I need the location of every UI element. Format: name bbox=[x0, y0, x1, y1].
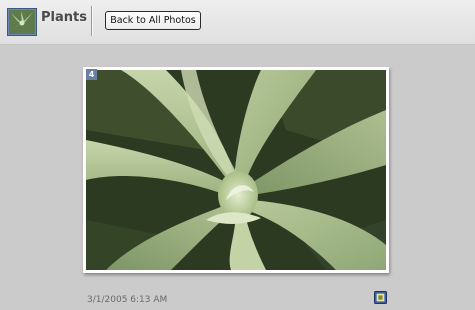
toolbar-divider bbox=[91, 6, 93, 36]
photo-number-badge: 4 bbox=[86, 69, 97, 80]
photo-frame[interactable]: 4 bbox=[83, 67, 389, 273]
photo-details-icon[interactable] bbox=[374, 291, 387, 304]
back-to-all-photos-button[interactable]: Back to All Photos bbox=[105, 11, 201, 30]
top-toolbar: Plants Back to All Photos bbox=[0, 0, 475, 45]
album-title: Plants bbox=[41, 10, 87, 25]
plant-thumbnail-icon[interactable] bbox=[7, 8, 37, 36]
photo-date: 3/1/2005 6:13 AM bbox=[87, 295, 168, 305]
agave-photo[interactable] bbox=[86, 70, 386, 270]
